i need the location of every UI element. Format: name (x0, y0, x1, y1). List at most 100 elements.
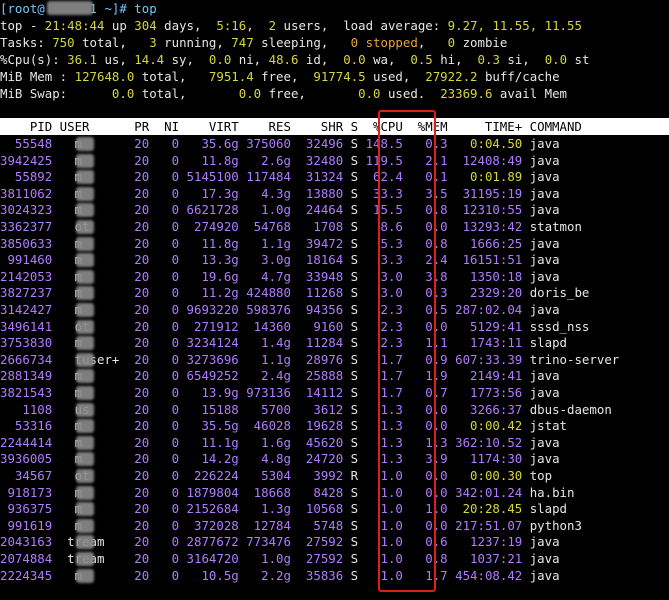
cell-pr: 20 (134, 551, 165, 566)
cell-shr: 31324 (298, 169, 351, 185)
table-row[interactable]: 2074884 tream 20 0 3164720 1.0g 27592 S … (0, 550, 669, 567)
cell-shr: 32496 (298, 136, 351, 151)
cell-virt: 11.1g (186, 434, 247, 450)
cell-s: R (350, 468, 366, 483)
table-row[interactable]: 3362377 ot 20 0 274920 54768 1708 S 8.6 … (0, 218, 669, 235)
cell-res: 5304 (246, 468, 299, 483)
cell-res: 973136 (246, 385, 299, 400)
table-row[interactable]: 2666734 tuser+ 20 0 3273696 1.1g 28976 S… (0, 351, 669, 368)
cell-pr: 20 (134, 567, 165, 583)
cell-cmd: java (529, 235, 560, 251)
table-row[interactable]: 3142427 m 20 0 9693220 598376 94356 S 2.… (0, 301, 669, 318)
cell-ni: 0 (164, 517, 187, 533)
cell-cmd: sssd_nss (529, 318, 590, 334)
cell-ni: 0 (164, 318, 187, 334)
table-row[interactable]: 936375 m 20 0 2152684 1.3g 10568 S 1.0 1… (0, 500, 669, 517)
cell-shr: 45620 (298, 434, 351, 450)
cell-virt: 9693220 (186, 302, 247, 317)
table-row[interactable]: 991619 m 20 0 372028 12784 5748 S 1.0 0.… (0, 517, 669, 534)
cell-virt: 14.2g (186, 451, 247, 467)
cell-cmd: java (529, 202, 560, 218)
cell-ni: 0 (164, 551, 187, 566)
cell-res: 2.6g (246, 152, 299, 168)
table-row[interactable]: 3811062 m 20 0 17.3g 4.3g 13880 S 33.3 3… (0, 185, 669, 202)
terminal-window[interactable]: [root@ 1 ~]# top top - 21:48:44 up 304 d… (0, 0, 669, 600)
cell-time: 0:04.50 (455, 136, 530, 151)
cell-time: 1666:25 (455, 235, 530, 251)
cell-res: 1.0g (246, 551, 299, 566)
cell-s: S (350, 434, 366, 450)
cell-user: m (59, 185, 135, 201)
table-row[interactable]: 3753830 m 20 0 3234124 1.4g 11284 S 2.3 … (0, 334, 669, 351)
table-row[interactable]: 53316 m 20 0 35.5g 46028 19628 S 1.3 0.0… (0, 417, 669, 434)
cell-res: 54768 (246, 219, 299, 234)
cell-cmd: doris_be (529, 285, 590, 301)
table-row[interactable]: 55548 m 20 0 35.6g 375060 32496 S 148.5 … (0, 135, 669, 152)
cell-pid: 3142427 (0, 302, 60, 317)
cell-user: m (59, 252, 135, 268)
table-row[interactable]: 3827237 m 20 0 11.2g 424880 11268 S 3.0 … (0, 284, 669, 301)
table-row[interactable]: 55892 m 20 0 5145100 117484 31324 S 62.4… (0, 168, 669, 185)
cell-shr: 11268 (298, 285, 351, 301)
cell-pr: 20 (134, 434, 165, 450)
cell-shr: 25888 (298, 368, 351, 384)
cell-user: m (59, 451, 135, 467)
cell-virt: 13.3g (186, 252, 247, 268)
cell-time: 5129:41 (455, 318, 530, 334)
table-row[interactable]: 3936005 m 20 0 14.2g 4.8g 24720 S 1.3 3.… (0, 450, 669, 467)
cell-virt: 274920 (186, 219, 247, 234)
cell-pid: 3936005 (0, 451, 60, 467)
cell-time: 217:51.07 (455, 517, 530, 533)
redacted-user (76, 552, 94, 566)
table-row[interactable]: 3024323 m 20 0 6621728 1.0g 24464 S 15.5… (0, 201, 669, 218)
cell-res: 4.7g (246, 268, 299, 284)
redacted-user (76, 153, 94, 168)
table-row[interactable]: 3942425 m 20 0 11.8g 2.6g 32480 S 119.5 … (0, 152, 669, 169)
cell-pid: 2881349 (0, 368, 60, 384)
table-row[interactable]: 3850633 m 20 0 11.8g 1.1g 39472 S 5.3 0.… (0, 235, 669, 252)
cell-shr: 33948 (298, 268, 351, 284)
cell-user: m (59, 517, 135, 533)
table-row[interactable]: 2244414 m 20 0 11.1g 1.6g 45620 S 1.3 1.… (0, 434, 669, 451)
cell-user: ot (59, 468, 135, 483)
cell-pr: 20 (134, 351, 165, 367)
table-row[interactable]: 2881349 m 20 0 6549252 2.4g 25888 S 1.7 … (0, 367, 669, 384)
cell-s: S (350, 368, 366, 384)
redacted-user (76, 286, 94, 301)
cpu-column-highlight (378, 110, 436, 592)
cell-s: S (350, 418, 366, 434)
table-row[interactable]: 2224345 m 20 0 10.5g 2.2g 35836 S 1.0 1.… (0, 567, 669, 584)
table-row[interactable]: 34567 ot 20 0 226224 5304 3992 R 1.0 0.0… (0, 467, 669, 484)
table-row[interactable]: 3821543 m 20 0 13.9g 973136 14112 S 1.7 … (0, 384, 669, 401)
cell-pid: 936375 (0, 501, 60, 517)
table-row[interactable]: 991460 m 20 0 13.3g 3.0g 18164 S 3.3 2.4… (0, 251, 669, 268)
cell-virt: 3164720 (186, 551, 247, 566)
cell-virt: 271912 (186, 318, 247, 334)
cell-shr: 9160 (298, 318, 351, 334)
table-row[interactable]: 3496141 ot 20 0 271912 14360 9160 S 2.3 … (0, 318, 669, 335)
redacted-user (76, 186, 94, 201)
table-row[interactable]: 2142053 m 20 0 19.6g 4.7g 33948 S 3.0 3.… (0, 268, 669, 285)
cell-time: 2329:20 (455, 285, 530, 301)
cell-user: m (59, 335, 135, 351)
cell-pid: 55548 (0, 136, 60, 151)
cell-time: 12310:55 (455, 202, 530, 218)
cell-time: 3266:37 (455, 401, 530, 417)
table-row[interactable]: 1108 us 20 0 15188 5700 3612 S 1.3 0.0 3… (0, 401, 669, 418)
cell-res: 1.1g (246, 235, 299, 251)
cell-pr: 20 (134, 335, 165, 351)
cell-time: 1174:30 (455, 451, 530, 467)
redacted-user (76, 253, 94, 268)
cell-shr: 3992 (298, 468, 351, 483)
cell-ni: 0 (164, 202, 187, 218)
cell-pid: 53316 (0, 418, 60, 434)
table-row[interactable]: 2043163 tream 20 0 2877672 773476 27592 … (0, 533, 669, 550)
cell-res: 3.0g (246, 252, 299, 268)
redacted-user (76, 203, 94, 218)
cell-pr: 20 (134, 451, 165, 467)
cell-res: 1.0g (246, 202, 299, 218)
table-row[interactable]: 918173 m 20 0 1879804 18668 8428 S 1.0 0… (0, 484, 669, 501)
cell-virt: 11.2g (186, 285, 247, 301)
cell-s: S (350, 252, 366, 268)
cell-cmd: java (529, 368, 560, 384)
